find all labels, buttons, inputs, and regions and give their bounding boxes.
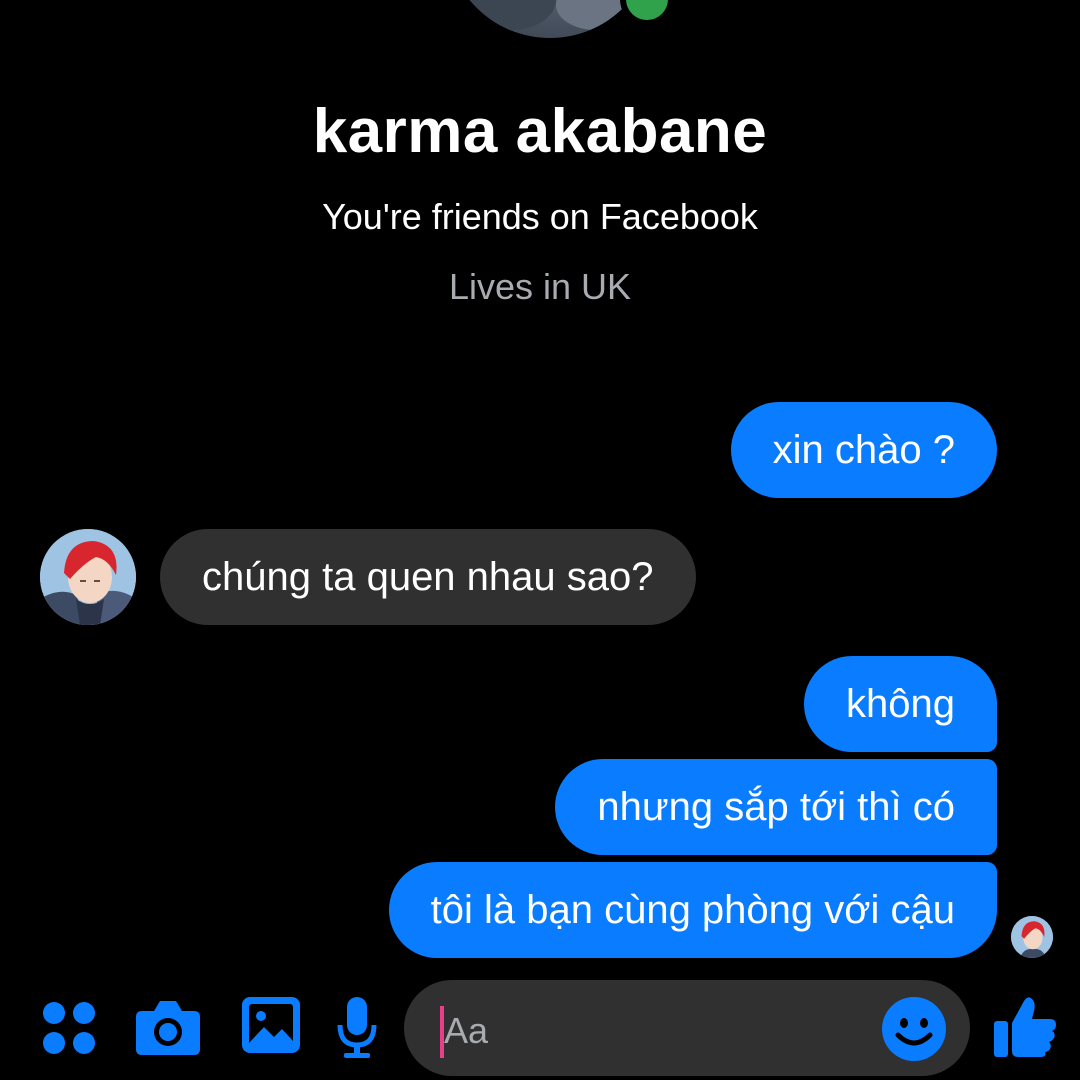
thumbs-up-icon[interactable] — [992, 993, 1058, 1059]
message-text: chúng ta quen nhau sao? — [202, 555, 654, 599]
message-text: không — [846, 682, 955, 726]
camera-icon[interactable] — [134, 997, 202, 1057]
emoji-icon[interactable] — [880, 995, 948, 1063]
message-input-placeholder: Aa — [444, 1010, 489, 1051]
message-bubble-outgoing[interactable]: xin chào ? — [730, 402, 997, 498]
microphone-icon[interactable] — [336, 995, 378, 1059]
message-bubble-outgoing[interactable]: nhưng sắp tới thì có — [555, 759, 997, 855]
contact-avatar[interactable] — [40, 529, 136, 625]
friendship-status: You're friends on Facebook — [322, 196, 758, 237]
messenger-chat-screen: karma akabane You're friends on Facebook… — [0, 0, 1080, 1080]
read-receipt-avatar — [1011, 916, 1053, 958]
gallery-icon[interactable] — [240, 995, 302, 1055]
profile-location: Lives in UK — [448, 266, 632, 307]
profile-name: karma akabane — [312, 97, 768, 166]
message-bubble-outgoing[interactable]: không — [804, 656, 997, 752]
menu-icon[interactable] — [40, 999, 98, 1057]
online-status-indicator — [620, 0, 674, 26]
message-text: xin chào ? — [772, 428, 955, 472]
message-bubble-outgoing[interactable]: tôi là bạn cùng phòng với cậu — [388, 862, 997, 958]
message-text: tôi là bạn cùng phòng với cậu — [430, 888, 955, 932]
message-text: nhưng sắp tới thì có — [597, 785, 955, 829]
message-composer: Aa — [0, 975, 1080, 1080]
message-bubble-incoming[interactable]: chúng ta quen nhau sao? — [160, 529, 696, 625]
